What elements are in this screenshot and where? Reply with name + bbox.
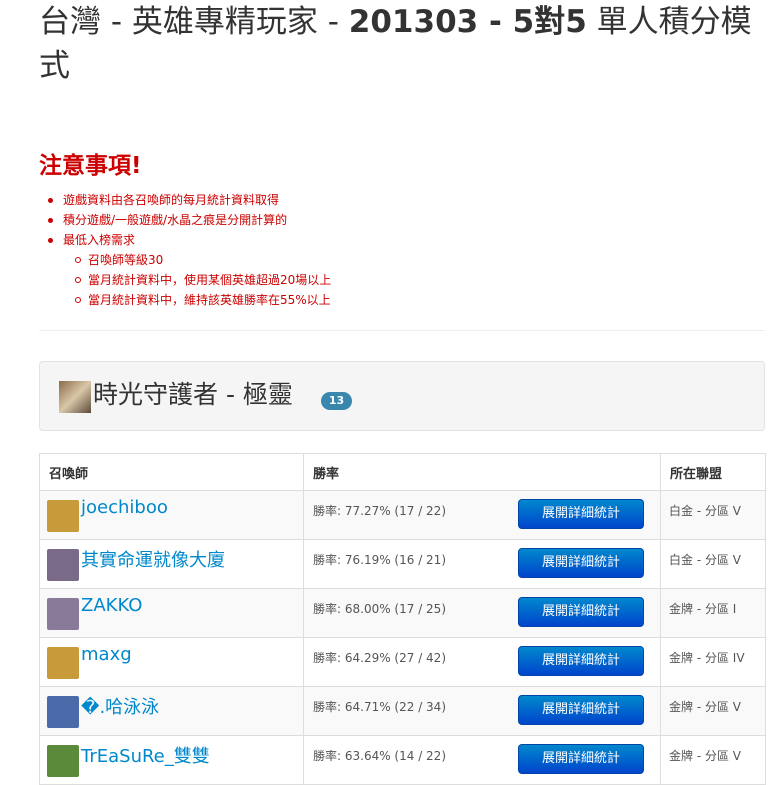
expand-details-button[interactable]: 展開詳細統計	[518, 597, 644, 627]
summoner-avatar-icon	[47, 696, 79, 728]
bullet-icon	[48, 218, 53, 223]
summoner-cell: ZAKKO	[39, 588, 304, 638]
winrate-text: 勝率: 64.29% (27 / 42)	[313, 651, 447, 665]
circle-bullet-icon	[75, 297, 81, 303]
summoner-avatar-icon	[47, 500, 79, 532]
notice-subitem: 召喚師等級30	[39, 250, 759, 270]
header-league: 所在聯盟	[660, 453, 766, 491]
league-text: 金牌 - 分區 I	[669, 602, 737, 616]
summoner-name-link[interactable]: ZAKKO	[81, 595, 142, 616]
expand-details-button[interactable]: 展開詳細統計	[518, 744, 644, 774]
expand-details-button[interactable]: 展開詳細統計	[518, 695, 644, 725]
table-row: joechiboo 勝率: 77.27% (17 / 22) 展開詳細統計 白金 - …	[39, 490, 766, 540]
summoner-avatar-icon	[47, 647, 79, 679]
hero-count-badge: 13	[321, 392, 352, 410]
summoner-cell: �.哈泳泳	[39, 686, 304, 736]
winrate-cell: 勝率: 63.64% (14 / 22) 展開詳細統計	[303, 735, 661, 785]
league-text: 白金 - 分區 V	[669, 504, 741, 518]
summoner-name-link[interactable]: 其實命運就像大廈	[81, 546, 225, 572]
table-header-row: 召喚師 勝率 所在聯盟	[39, 453, 766, 491]
winrate-text: 勝率: 77.27% (17 / 22)	[313, 504, 447, 518]
summoner-cell: 其實命運就像大廈	[39, 539, 304, 589]
circle-bullet-icon	[75, 277, 81, 283]
hero-portrait-icon	[59, 381, 91, 413]
winrate-cell: 勝率: 77.27% (17 / 22) 展開詳細統計	[303, 490, 661, 540]
ranking-table: 召喚師 勝率 所在聯盟 joechiboo 勝率: 77.27% (17 / 22…	[39, 453, 766, 785]
divider	[39, 330, 765, 331]
summoner-name-link[interactable]: �.哈泳泳	[81, 693, 159, 719]
hero-panel: 時光守護者 - 極靈 13	[39, 361, 765, 431]
league-cell: 白金 - 分區 V	[660, 539, 766, 589]
table-row: 其實命運就像大廈 勝率: 76.19% (16 / 21) 展開詳細統計 白金 - 分…	[39, 539, 766, 589]
table-row: TrEaSuRe_雙雙 勝率: 63.64% (14 / 22) 展開詳細統計 金牌 …	[39, 735, 766, 785]
table-row: �.哈泳泳 勝率: 64.71% (22 / 34) 展開詳細統計 金牌 - 分區 V	[39, 686, 766, 736]
league-text: 金牌 - 分區 V	[669, 749, 741, 763]
winrate-cell: 勝率: 76.19% (16 / 21) 展開詳細統計	[303, 539, 661, 589]
notice-item: 積分遊戲/一般遊戲/水晶之痕是分開計算的	[39, 210, 759, 230]
expand-details-button[interactable]: 展開詳細統計	[518, 646, 644, 676]
summoner-cell: TrEaSuRe_雙雙	[39, 735, 304, 785]
header-winrate: 勝率	[303, 453, 661, 491]
hero-name: 時光守護者 - 極靈	[93, 380, 293, 409]
notice-subitem: 當月統計資料中，維持該英雄勝率在55%以上	[39, 290, 759, 310]
notice-item: 遊戲資料由各召喚師的每月統計資料取得	[39, 190, 759, 210]
summoner-cell: joechiboo	[39, 490, 304, 540]
league-cell: 金牌 - 分區 IV	[660, 637, 766, 687]
summoner-name-link[interactable]: joechiboo	[81, 497, 168, 518]
circle-bullet-icon	[75, 257, 81, 263]
league-text: 金牌 - 分區 V	[669, 700, 741, 714]
winrate-text: 勝率: 68.00% (17 / 25)	[313, 602, 447, 616]
table-row: maxg 勝率: 64.29% (27 / 42) 展開詳細統計 金牌 - 分區 IV	[39, 637, 766, 687]
bullet-icon	[48, 238, 53, 243]
table-row: ZAKKO 勝率: 68.00% (17 / 25) 展開詳細統計 金牌 - 分區 I	[39, 588, 766, 638]
page-title: 台灣 - 英雄專精玩家 - 201303 - 5對5 單人積分模式	[39, 4, 752, 84]
notice-item: 最低入榜需求	[39, 230, 759, 250]
winrate-cell: 勝率: 64.71% (22 / 34) 展開詳細統計	[303, 686, 661, 736]
winrate-text: 勝率: 76.19% (16 / 21)	[313, 553, 447, 567]
bullet-icon	[48, 198, 53, 203]
expand-details-button[interactable]: 展開詳細統計	[518, 499, 644, 529]
notice-subitem: 當月統計資料中，使用某個英雄超過20場以上	[39, 270, 759, 290]
summoner-cell: maxg	[39, 637, 304, 687]
league-cell: 白金 - 分區 V	[660, 490, 766, 540]
winrate-cell: 勝率: 68.00% (17 / 25) 展開詳細統計	[303, 588, 661, 638]
league-text: 白金 - 分區 V	[669, 553, 741, 567]
summoner-name-link[interactable]: maxg	[81, 644, 132, 665]
summoner-name-link[interactable]: TrEaSuRe_雙雙	[81, 742, 210, 768]
league-cell: 金牌 - 分區 I	[660, 588, 766, 638]
summoner-avatar-icon	[47, 745, 79, 777]
notice-title: 注意事項!	[39, 153, 142, 179]
header-summoner: 召喚師	[39, 453, 304, 491]
league-cell: 金牌 - 分區 V	[660, 686, 766, 736]
winrate-text: 勝率: 64.71% (22 / 34)	[313, 700, 447, 714]
expand-details-button[interactable]: 展開詳細統計	[518, 548, 644, 578]
summoner-avatar-icon	[47, 549, 79, 581]
league-cell: 金牌 - 分區 V	[660, 735, 766, 785]
winrate-text: 勝率: 63.64% (14 / 22)	[313, 749, 447, 763]
summoner-avatar-icon	[47, 598, 79, 630]
notice-list: 遊戲資料由各召喚師的每月統計資料取得 積分遊戲/一般遊戲/水晶之痕是分開計算的 …	[39, 190, 759, 310]
winrate-cell: 勝率: 64.29% (27 / 42) 展開詳細統計	[303, 637, 661, 687]
league-text: 金牌 - 分區 IV	[669, 651, 745, 665]
